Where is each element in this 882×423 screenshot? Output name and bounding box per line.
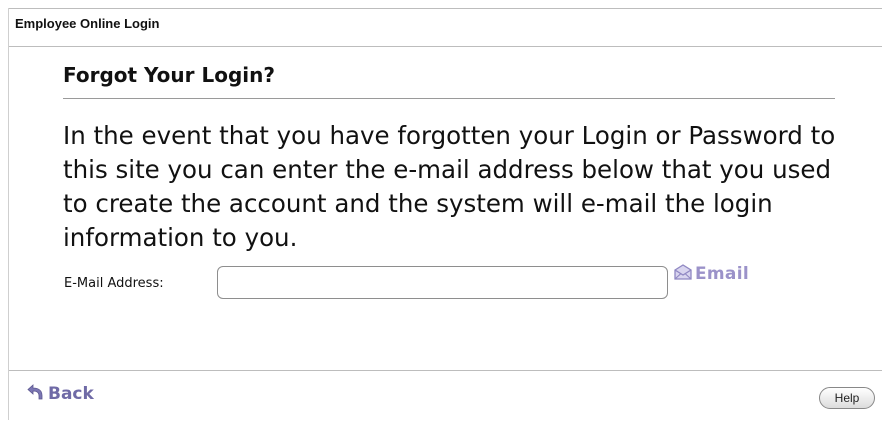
email-input[interactable] [217,266,668,299]
back-button-label: Back [48,384,94,404]
back-arrow-icon [27,384,43,404]
top-border [9,8,882,9]
email-button[interactable]: Email [673,263,749,285]
page-title: Forgot Your Login? [63,63,275,87]
title-divider [9,46,882,47]
instructions-text: In the event that you have forgotten you… [63,121,836,252]
window-title: Employee Online Login [15,16,160,31]
back-button[interactable]: Back [27,384,94,404]
heading-divider [63,98,835,99]
envelope-icon [673,263,693,285]
app-frame: Employee Online Login Forgot Your Login?… [8,8,882,420]
email-label: E-Mail Address: [64,276,164,291]
footer-divider [9,370,882,371]
help-button[interactable]: Help [819,387,875,409]
email-button-label: Email [695,264,749,284]
